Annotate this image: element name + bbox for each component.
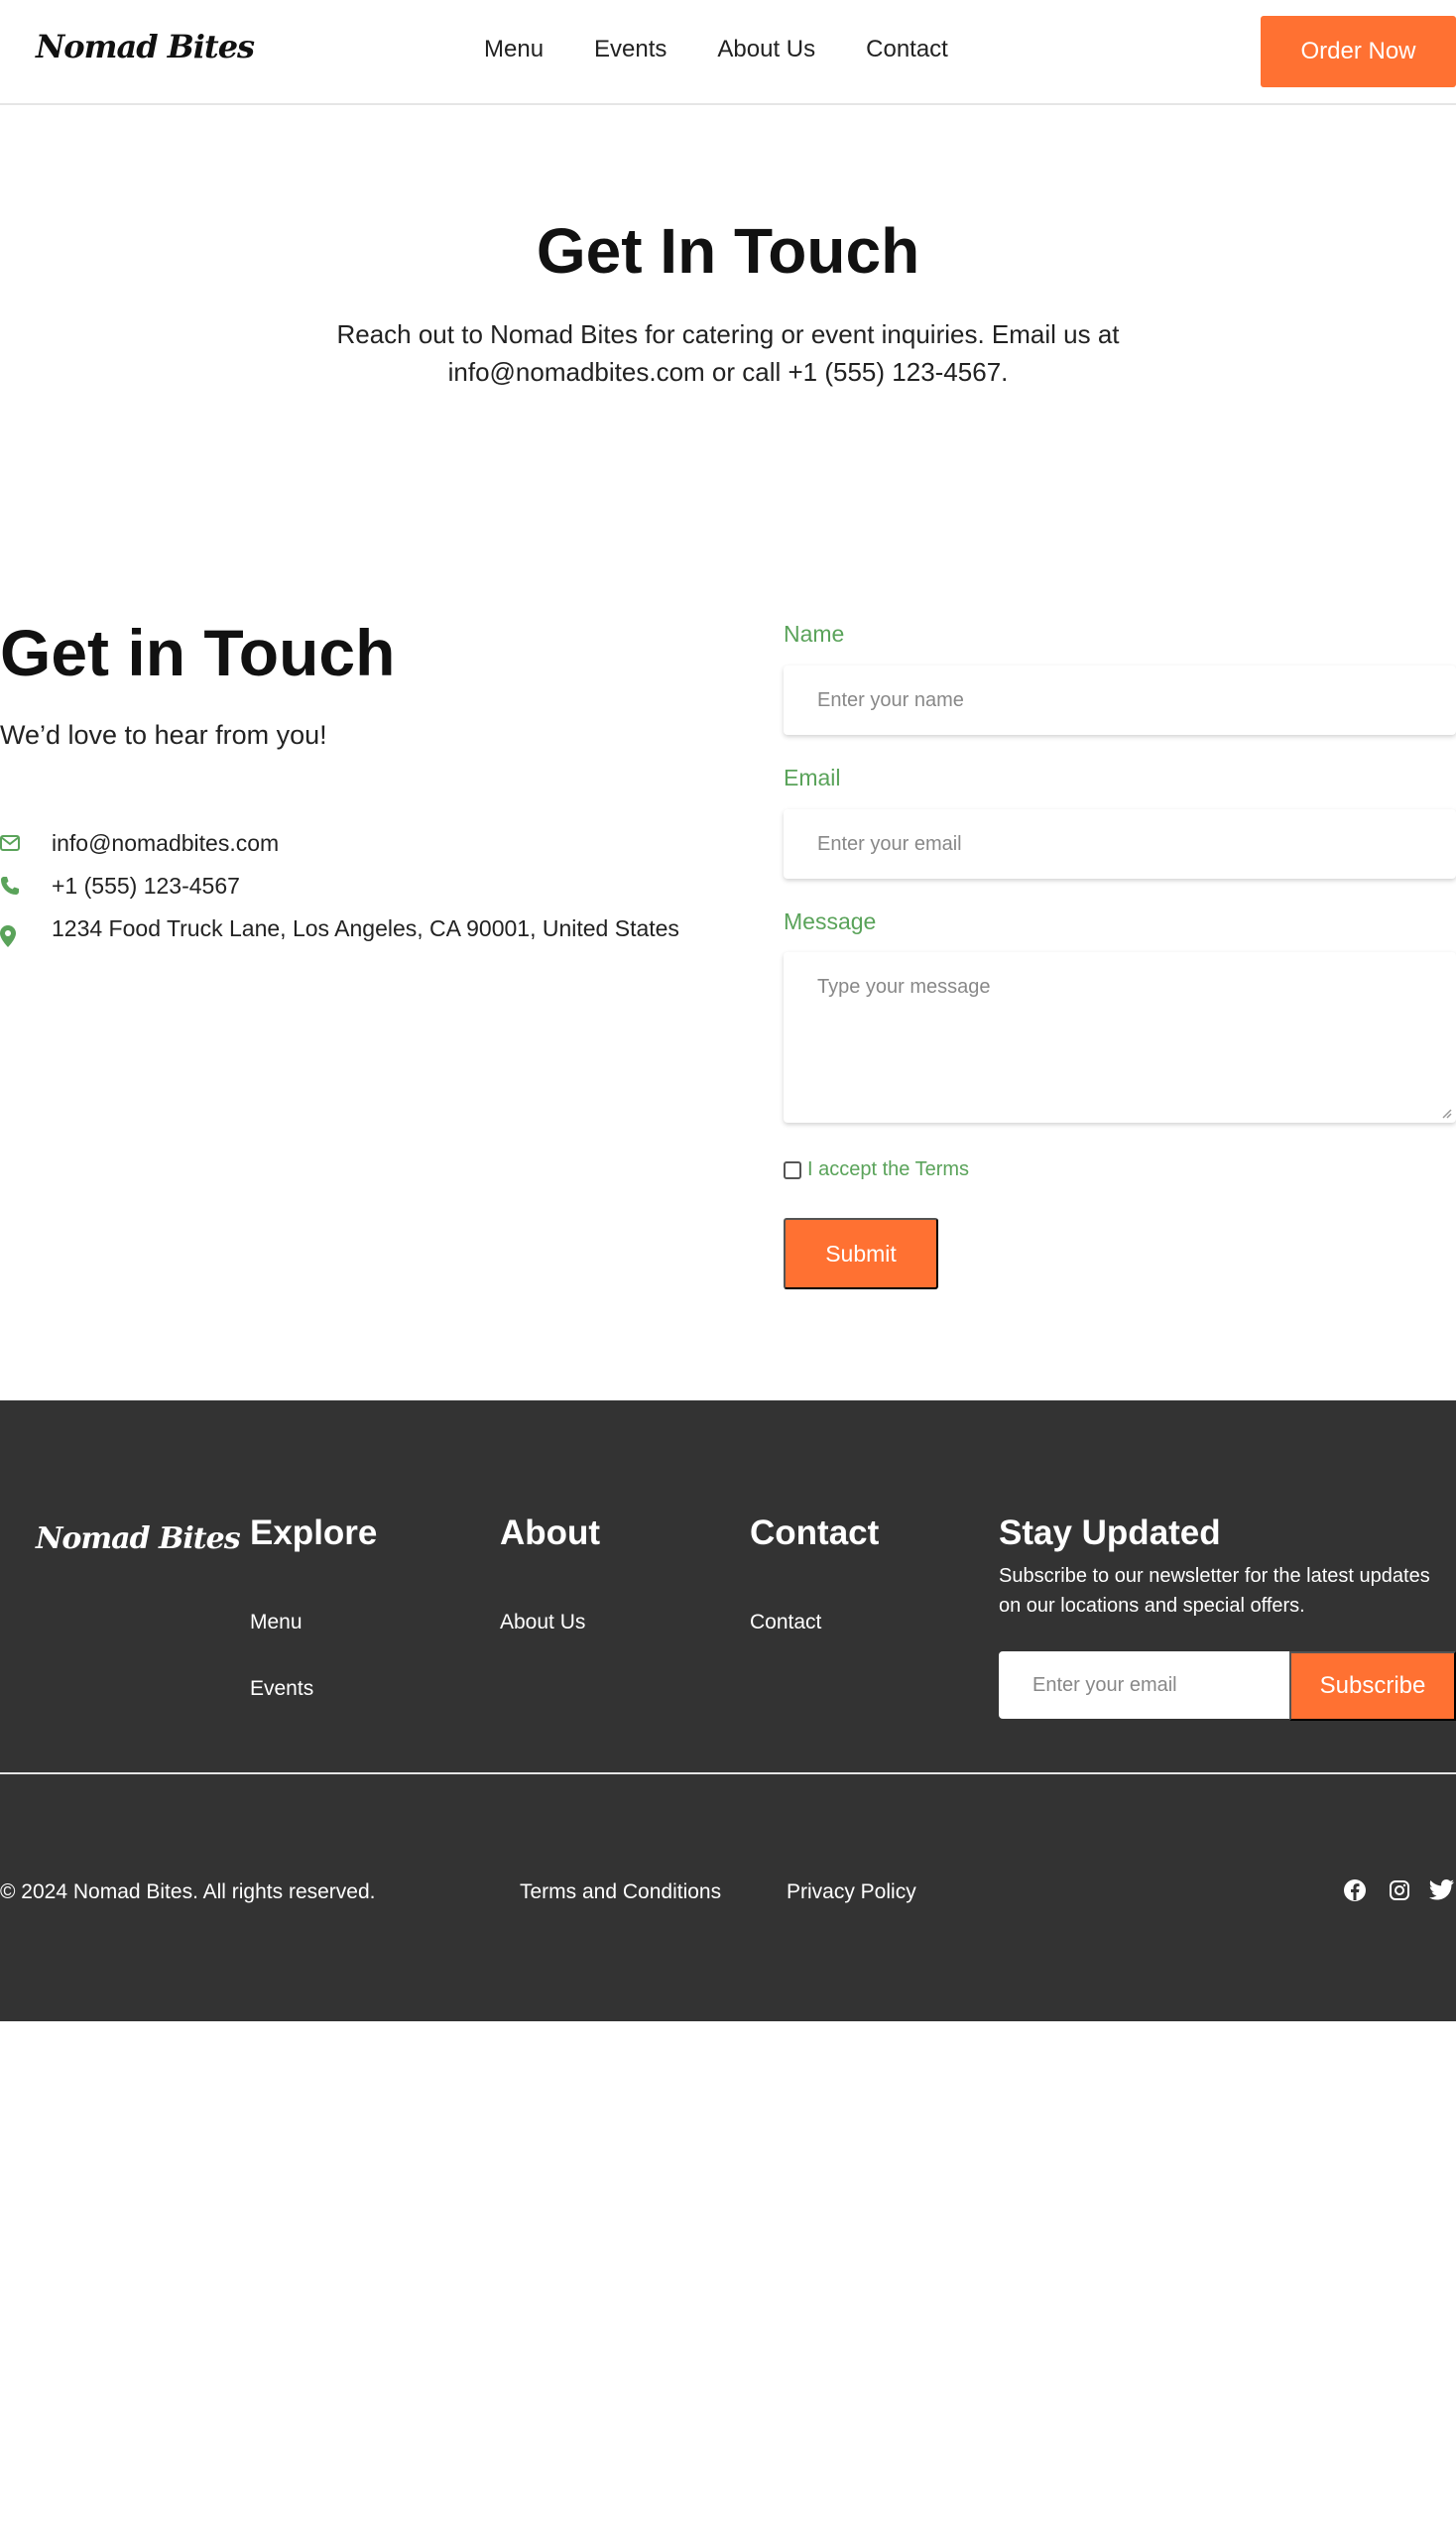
instagram-icon[interactable]	[1386, 1876, 1413, 1904]
footer-explore-title: Explore	[250, 1513, 378, 1552]
order-now-button[interactable]: Order Now	[1261, 16, 1456, 87]
top-nav: Nomad Bites Menu Events About Us Contact…	[0, 0, 1456, 105]
nav-link-menu[interactable]: Menu	[484, 36, 544, 63]
contact-email-item: info@nomadbites.com	[0, 826, 686, 860]
footer-divider	[0, 1772, 1456, 1774]
terms-row: I accept the Terms	[784, 1158, 969, 1181]
message-label: Message	[784, 908, 877, 934]
phone-icon	[0, 869, 52, 903]
page-subtitle: Reach out to Nomad Bites for catering or…	[336, 319, 1120, 387]
message-placeholder: Type your message	[817, 976, 991, 998]
nav-link-about-us[interactable]: About Us	[717, 36, 815, 63]
email-input[interactable]: Enter your email	[784, 809, 1456, 879]
email-label: Email	[784, 765, 841, 790]
footer-link-menu[interactable]: Menu	[250, 1611, 303, 1634]
facebook-icon[interactable]	[1341, 1876, 1369, 1904]
footer-newsletter-title: Stay Updated	[999, 1513, 1221, 1552]
contact-phone-text: +1 (555) 123-4567	[52, 873, 240, 899]
contact-title: Get in Touch	[0, 616, 396, 689]
name-input[interactable]: Enter your name	[784, 665, 1456, 735]
footer-newsletter-text: Subscribe to our newsletter for the late…	[999, 1565, 1430, 1617]
footer-link-terms[interactable]: Terms and Conditions	[520, 1880, 721, 1904]
footer-logo[interactable]: Nomad Bites	[36, 1521, 241, 1556]
contact-address-text: 1234 Food Truck Lane, Los Angeles, CA 90…	[52, 915, 679, 941]
nav-link-contact[interactable]: Contact	[866, 36, 948, 63]
contact-email-text: info@nomadbites.com	[52, 830, 280, 856]
subscribe-button[interactable]: Subscribe	[1289, 1651, 1456, 1721]
nav-links: Menu Events About Us Contact	[484, 36, 999, 63]
footer-link-contact[interactable]: Contact	[750, 1611, 821, 1634]
footer-about-title: About	[500, 1513, 601, 1552]
terms-checkbox[interactable]	[784, 1160, 801, 1179]
logo[interactable]: Nomad Bites	[36, 28, 255, 65]
footer-link-privacy[interactable]: Privacy Policy	[787, 1880, 916, 1904]
resize-grip-icon[interactable]	[1440, 1107, 1452, 1119]
terms-label[interactable]: I accept the Terms	[807, 1158, 969, 1181]
twitter-icon[interactable]	[1428, 1876, 1456, 1904]
contact-address-item: 1234 Food Truck Lane, Los Angeles, CA 90…	[0, 911, 686, 947]
copyright: © 2024 Nomad Bites. All rights reserved.	[0, 1880, 376, 1903]
footer: Nomad Bites Explore Menu Events About Ab…	[0, 1400, 1456, 2021]
contact-phone-item: +1 (555) 123-4567	[0, 869, 686, 903]
nav-link-events[interactable]: Events	[594, 36, 667, 63]
message-textarea[interactable]: Type your message	[784, 952, 1456, 1123]
newsletter-email-input[interactable]: Enter your email	[999, 1651, 1289, 1719]
contact-subtitle: We’d love to hear from you!	[0, 720, 327, 750]
footer-contact-title: Contact	[750, 1513, 880, 1552]
footer-link-events[interactable]: Events	[250, 1677, 313, 1701]
page-title: Get In Touch	[536, 215, 920, 287]
footer-link-about-us[interactable]: About Us	[500, 1611, 585, 1634]
envelope-icon	[0, 826, 52, 860]
submit-button[interactable]: Submit	[784, 1218, 938, 1289]
map-pin-icon	[0, 911, 52, 947]
name-label: Name	[784, 621, 845, 647]
